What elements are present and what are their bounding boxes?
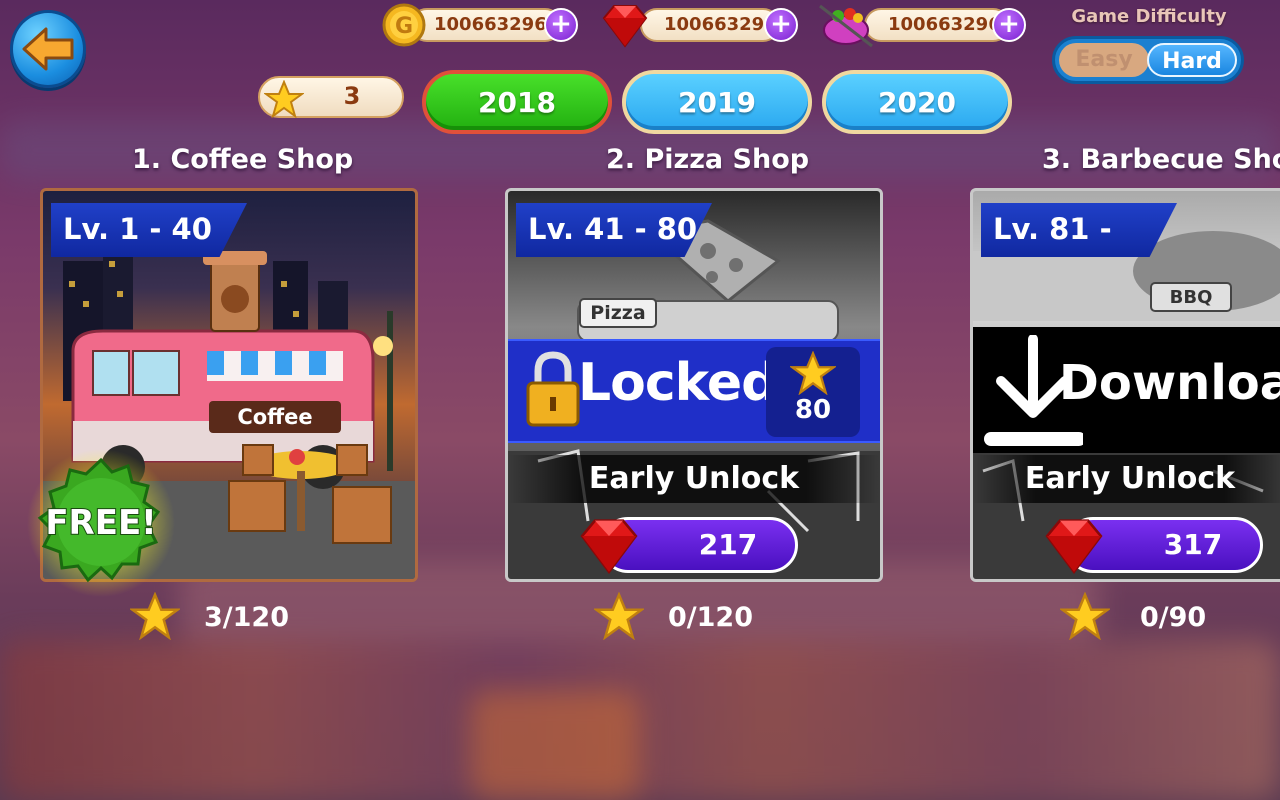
star-icon [790, 351, 836, 395]
required-stars-box: 80 [766, 347, 860, 437]
star-total: 3 [258, 76, 404, 118]
svg-text:G: G [395, 14, 413, 39]
add-gems-button[interactable]: + [764, 8, 798, 42]
arrow-left-icon [22, 27, 74, 71]
cooking-pot-icon [819, 4, 873, 48]
difficulty-hard-option[interactable]: Hard [1147, 43, 1237, 77]
required-stars-value: 80 [794, 395, 832, 425]
free-badge: FREE! [27, 449, 175, 597]
padlock-icon [526, 351, 580, 427]
bbq-sign: BBQ [1170, 287, 1213, 308]
level-range-badge: Lv. 1 - 40 [51, 203, 247, 257]
star-icon [1060, 592, 1110, 640]
coin-icon: G [382, 3, 426, 47]
progress-value: 0/120 [668, 602, 754, 633]
background-tray [470, 690, 640, 800]
ruby-icon [602, 5, 648, 48]
star-icon [130, 592, 180, 640]
add-coins-button[interactable]: + [544, 8, 578, 42]
difficulty-easy-option[interactable]: Easy [1059, 43, 1149, 77]
gem-cost: 217 [698, 528, 758, 561]
difficulty-toggle[interactable]: Easy Hard [1052, 36, 1244, 84]
locked-label: Locked [578, 353, 778, 413]
tab-2019[interactable]: 2019 [622, 70, 812, 134]
progress-value: 3/120 [204, 602, 290, 633]
shop-title-barbecue: 3. Barbecue Shop [1042, 144, 1280, 175]
level-range-badge: Lv. 81 - 110 [981, 203, 1177, 257]
gem-counter: 100663296 + [600, 5, 800, 48]
add-ingredients-button[interactable]: + [992, 8, 1026, 42]
star-icon [594, 592, 644, 640]
ingredient-counter: 100663296 + [818, 4, 1028, 48]
progress-value: 0/90 [1140, 602, 1207, 633]
locked-banner: Locked 80 [508, 339, 880, 443]
ruby-icon [1045, 519, 1103, 575]
star-icon [264, 80, 304, 118]
download-label: Downloa [1059, 355, 1280, 411]
ruby-icon [580, 519, 638, 575]
star-total-value: 3 [343, 82, 361, 110]
background-food-trays [0, 640, 1280, 800]
download-banner[interactable]: Downloa [973, 327, 1280, 453]
shop-title-coffee: 1. Coffee Shop [132, 144, 354, 175]
early-unlock-button[interactable]: 317 [1045, 517, 1263, 575]
coin-value: 100663296 [410, 8, 562, 42]
coin-counter: 100663296 + G [380, 3, 580, 47]
gem-value: 100663296 [640, 8, 780, 42]
free-label: FREE! [45, 503, 156, 543]
pizza-sign: Pizza [590, 302, 645, 324]
difficulty-title: Game Difficulty [1071, 6, 1227, 27]
tab-2018[interactable]: 2018 [422, 70, 612, 134]
shop-card-barbecue[interactable]: BBQ Lv. 81 - 110 Downloa Early Unlock 31… [970, 188, 1280, 582]
tab-2020[interactable]: 2020 [822, 70, 1012, 134]
shop-card-pizza[interactable]: Pizza Lv. 41 - 80 Locked 80 Early Unlock… [505, 188, 883, 582]
gem-cost: 317 [1163, 528, 1223, 561]
back-button[interactable] [10, 10, 86, 88]
early-unlock-label: Early Unlock [973, 455, 1280, 503]
early-unlock-label: Early Unlock [508, 455, 880, 503]
shop-title-pizza: 2. Pizza Shop [606, 144, 810, 175]
ingredient-value: 100663296 [864, 8, 1010, 42]
early-unlock-button[interactable]: 217 [580, 517, 798, 575]
level-range-badge: Lv. 41 - 80 [516, 203, 712, 257]
coffee-sign: Coffee [237, 405, 312, 429]
